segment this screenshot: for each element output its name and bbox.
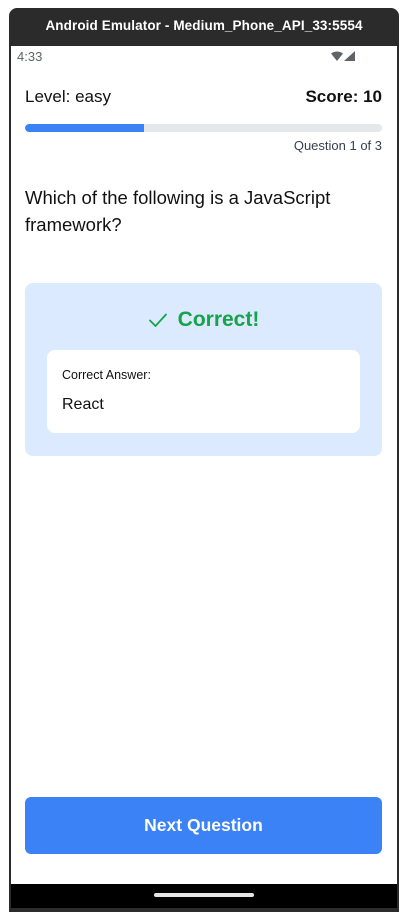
status-bar: 4:33	[11, 46, 397, 68]
emulator-frame-right	[397, 46, 399, 910]
question-text: Which of the following is a JavaScript f…	[25, 187, 331, 235]
emulator-frame-bottom	[9, 908, 399, 912]
emulator-title-bar: Android Emulator - Medium_Phone_API_33:5…	[9, 8, 399, 46]
level-label: Level: easy	[25, 87, 111, 106]
correct-answer-value: React	[62, 396, 104, 413]
status-time: 4:33	[17, 49, 43, 64]
score-label: Score: 10	[305, 87, 382, 106]
quiz-progress-fill	[25, 124, 144, 132]
emulator-window: Android Emulator - Medium_Phone_API_33:5…	[0, 0, 408, 918]
wifi-icon	[331, 51, 343, 61]
phone-screen: 4:33 Level: easy Score: 10 Question 1 of…	[11, 46, 397, 908]
feedback-header: Correct!	[25, 308, 382, 338]
feedback-status: Correct!	[177, 308, 260, 331]
question-counter: Question 1 of 3	[293, 138, 382, 153]
correct-answer-label: Correct Answer:	[62, 368, 151, 382]
quiz-progress-bar	[25, 124, 382, 132]
signal-icon	[344, 51, 355, 61]
check-icon	[148, 313, 167, 327]
next-question-button[interactable]: Next Question	[25, 797, 382, 854]
feedback-card: Correct! Correct Answer: React	[25, 283, 382, 456]
correct-answer-box: Correct Answer: React	[47, 350, 360, 433]
navigation-bar	[11, 884, 397, 908]
home-gesture-handle[interactable]	[154, 893, 254, 897]
emulator-title: Android Emulator - Medium_Phone_API_33:5…	[45, 18, 363, 33]
